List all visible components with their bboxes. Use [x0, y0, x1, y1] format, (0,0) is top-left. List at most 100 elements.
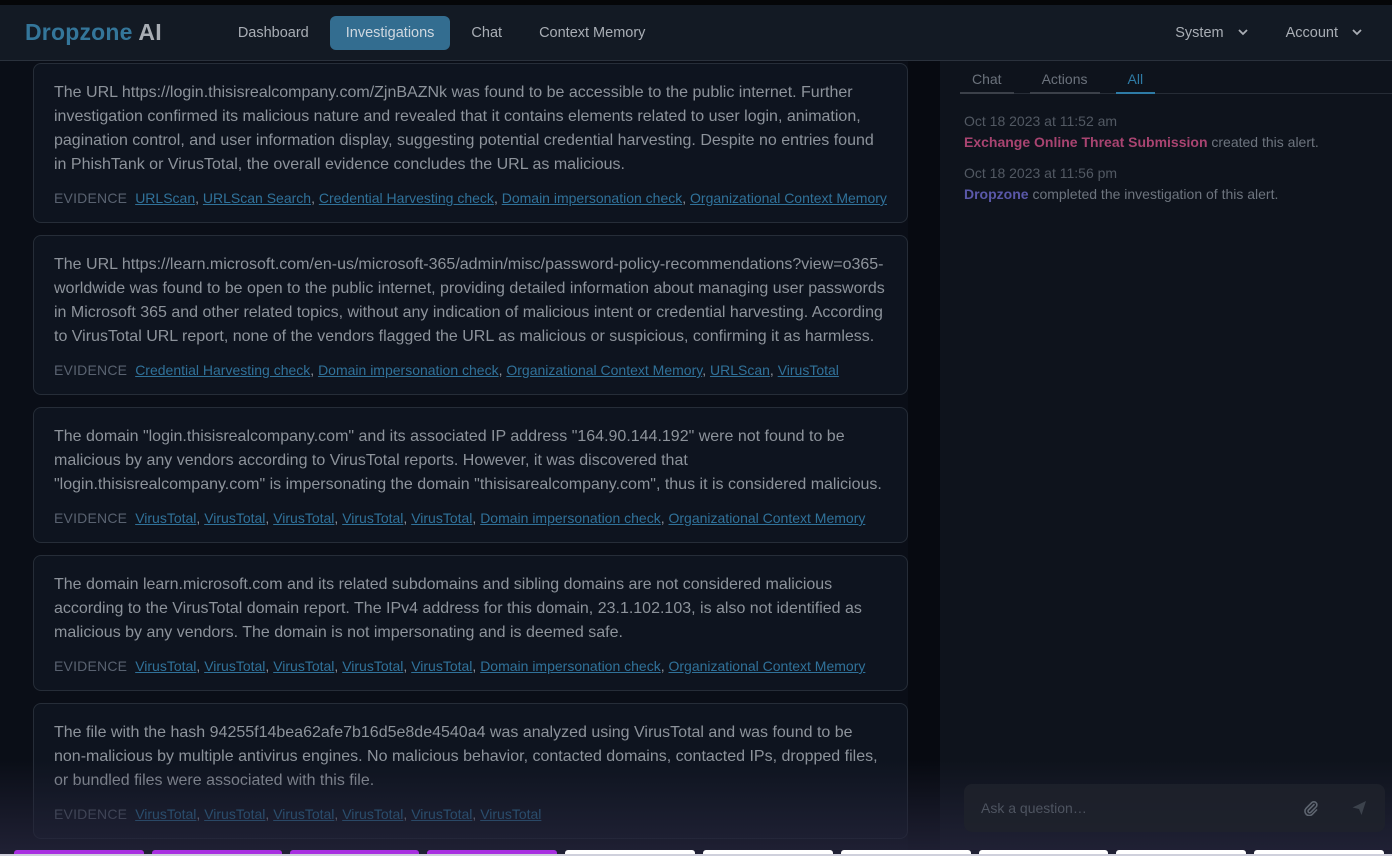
evidence-link[interactable]: Organizational Context Memory: [669, 658, 866, 674]
evidence-row: EVIDENCE VirusTotal, VirusTotal, VirusTot…: [54, 802, 887, 826]
evidence-separator: ,: [195, 190, 203, 206]
panel-divider[interactable]: [908, 61, 940, 856]
evidence-separator: ,: [769, 362, 778, 378]
evidence-link[interactable]: Credential Harvesting check: [135, 362, 310, 378]
nav-dashboard[interactable]: Dashboard: [222, 16, 325, 50]
evidence-link[interactable]: VirusTotal: [273, 806, 334, 822]
evidence-link[interactable]: Organizational Context Memory: [690, 190, 887, 206]
chevron-down-icon: [1352, 29, 1362, 36]
evidence-link[interactable]: Domain impersonation check: [318, 362, 499, 378]
evidence-label: EVIDENCE: [54, 510, 128, 526]
evidence-link[interactable]: URLScan: [135, 190, 195, 206]
nav-investigations[interactable]: Investigations: [329, 15, 451, 50]
evidence-row: EVIDENCE VirusTotal, VirusTotal, VirusTot…: [54, 654, 887, 678]
evidence-separator: ,: [493, 190, 502, 206]
evidence-separator: ,: [682, 190, 691, 206]
evidence-link[interactable]: VirusTotal: [204, 806, 265, 822]
ask-question-input[interactable]: [981, 800, 1301, 816]
evidence-separator: ,: [660, 510, 669, 526]
event-text: created this alert.: [1207, 134, 1319, 150]
evidence-row: EVIDENCE Credential Harvesting check, Dom…: [54, 358, 887, 382]
evidence-label: EVIDENCE: [54, 806, 128, 822]
evidence-link[interactable]: VirusTotal: [135, 658, 196, 674]
evidence-link[interactable]: VirusTotal: [342, 806, 403, 822]
send-icon: [1352, 801, 1366, 815]
evidence-label: EVIDENCE: [54, 658, 128, 674]
evidence-link[interactable]: VirusTotal: [342, 510, 403, 526]
evidence-link[interactable]: VirusTotal: [135, 806, 196, 822]
evidence-link[interactable]: VirusTotal: [273, 658, 334, 674]
finding-card: The domain "login.thisisrealcompany.com"…: [33, 407, 908, 543]
evidence-link[interactable]: VirusTotal: [411, 510, 472, 526]
evidence-separator: ,: [311, 190, 319, 206]
event-message: Dropzone completed the investigation of …: [964, 183, 1384, 205]
finding-card: The file with the hash 94255f14bea62afe7…: [33, 703, 908, 839]
activity-tabs: Chat Actions All: [960, 69, 1392, 94]
evidence-link[interactable]: Credential Harvesting check: [319, 190, 494, 206]
finding-text: The URL https://login.thisisrealcompany.…: [54, 84, 874, 173]
event-actor[interactable]: Dropzone: [964, 186, 1029, 202]
evidence-separator: ,: [660, 658, 669, 674]
send-button[interactable]: [1349, 798, 1369, 818]
evidence-link[interactable]: VirusTotal: [204, 510, 265, 526]
system-dropdown[interactable]: System: [1175, 24, 1248, 41]
finding-text: The URL https://learn.microsoft.com/en-u…: [54, 256, 885, 345]
navbar: Dropzone AI Dashboard Investigations Cha…: [0, 5, 1392, 61]
event-time: Oct 18 2023 at 11:52 am: [964, 113, 1118, 129]
chevron-down-icon: [1237, 29, 1248, 36]
finding-card: The URL https://learn.microsoft.com/en-u…: [33, 235, 908, 395]
evidence-row: EVIDENCE VirusTotal, VirusTotal, VirusTot…: [54, 506, 887, 530]
tab-actions[interactable]: Actions: [1029, 69, 1100, 94]
account-dropdown[interactable]: Account: [1286, 25, 1362, 41]
evidence-link[interactable]: Domain impersonation check: [480, 510, 661, 526]
evidence-label: EVIDENCE: [54, 362, 128, 378]
findings-list: The URL https://login.thisisrealcompany.…: [33, 63, 908, 851]
activity-event: Oct 18 2023 at 11:52 am Exchange Online …: [964, 111, 1384, 153]
evidence-link[interactable]: Organizational Context Memory: [506, 362, 702, 378]
evidence-link[interactable]: VirusTotal: [778, 362, 839, 378]
event-actor[interactable]: Exchange Online Threat Submission: [964, 134, 1208, 150]
brand-name: Dropzone: [25, 19, 133, 45]
tab-chat[interactable]: Chat: [960, 69, 1014, 94]
nav-chat[interactable]: Chat: [455, 16, 518, 50]
ask-question-box: [964, 784, 1385, 832]
attach-button[interactable]: [1301, 798, 1321, 818]
evidence-link[interactable]: VirusTotal: [480, 806, 541, 822]
finding-card: The URL https://login.thisisrealcompany.…: [33, 63, 908, 223]
evidence-link[interactable]: URLScan: [710, 362, 770, 378]
findings-panel[interactable]: The URL https://login.thisisrealcompany.…: [0, 61, 940, 856]
evidence-link[interactable]: Domain impersonation check: [502, 190, 683, 206]
evidence-label: EVIDENCE: [54, 190, 128, 206]
event-time: Oct 18 2023 at 11:56 pm: [964, 165, 1118, 181]
main-nav: Dashboard Investigations Chat Context Me…: [222, 15, 667, 50]
brand-suffix: AI: [138, 19, 162, 45]
evidence-link[interactable]: Domain impersonation check: [480, 658, 661, 674]
evidence-link[interactable]: VirusTotal: [411, 806, 472, 822]
finding-text: The domain learn.microsoft.com and its r…: [54, 576, 862, 641]
evidence-link[interactable]: Organizational Context Memory: [669, 510, 866, 526]
account-dropdown-label: Account: [1285, 24, 1338, 41]
finding-text: The file with the hash 94255f14bea62afe7…: [54, 724, 878, 789]
tab-all[interactable]: All: [1115, 69, 1156, 94]
activity-event: Oct 18 2023 at 11:56 pm Dropzone complet…: [964, 163, 1384, 205]
evidence-link[interactable]: VirusTotal: [342, 658, 403, 674]
event-text: completed the investigation of this aler…: [1028, 186, 1279, 202]
evidence-link[interactable]: VirusTotal: [411, 658, 472, 674]
finding-card: The domain learn.microsoft.com and its r…: [33, 555, 908, 691]
nav-right: System Account: [1137, 25, 1362, 41]
nav-context-memory[interactable]: Context Memory: [523, 16, 661, 50]
finding-text: The domain "login.thisisrealcompany.com"…: [54, 428, 882, 493]
activity-feed: Oct 18 2023 at 11:52 am Exchange Online …: [964, 111, 1384, 215]
evidence-link[interactable]: VirusTotal: [204, 658, 265, 674]
evidence-separator: ,: [310, 362, 319, 378]
system-dropdown-label: System: [1175, 24, 1224, 41]
brand-logo[interactable]: Dropzone AI: [25, 19, 162, 46]
evidence-link[interactable]: VirusTotal: [273, 510, 334, 526]
evidence-link[interactable]: URLScan Search: [203, 190, 311, 206]
activity-panel: Chat Actions All Oct 18 2023 at 11:52 am…: [940, 61, 1392, 856]
paperclip-icon: [1304, 801, 1318, 816]
evidence-separator: ,: [702, 362, 710, 378]
evidence-link[interactable]: VirusTotal: [135, 510, 196, 526]
event-message: Exchange Online Threat Submission create…: [964, 131, 1384, 153]
evidence-row: EVIDENCE URLScan, URLScan Search, Credent…: [54, 186, 887, 210]
